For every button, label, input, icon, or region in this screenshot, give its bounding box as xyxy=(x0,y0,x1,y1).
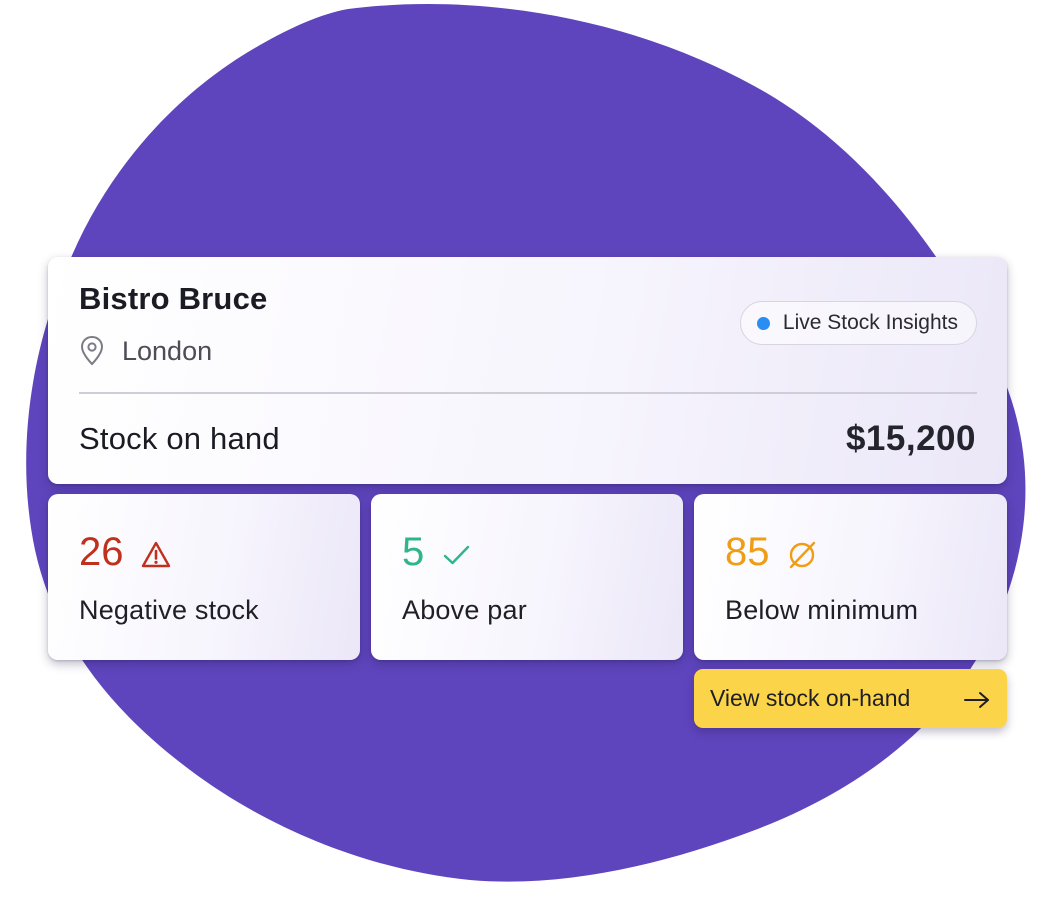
stat-number-row: 5 xyxy=(402,530,472,574)
stock-on-hand-value: $15,200 xyxy=(845,419,976,458)
stat-label: Below minimum xyxy=(725,595,919,625)
stat-number-row: 26 xyxy=(79,530,172,574)
map-pin-icon xyxy=(79,335,105,367)
stat-value: 85 xyxy=(725,530,770,574)
stat-label: Above par xyxy=(402,595,527,625)
stat-value: 5 xyxy=(402,530,425,574)
badge-label: Live Stock Insights xyxy=(782,311,958,334)
cta-label: View stock on-hand xyxy=(710,685,911,711)
stock-on-hand-label: Stock on hand xyxy=(79,421,280,456)
view-stock-on-hand-button[interactable]: View stock on-hand xyxy=(694,669,1007,728)
stat-card-above-par[interactable]: 5 Above par xyxy=(371,494,683,660)
arrow-right-icon xyxy=(963,689,991,709)
stat-label: Negative stock xyxy=(79,595,259,625)
location-text: London xyxy=(122,335,213,366)
warning-triangle-icon xyxy=(140,536,172,568)
stat-value: 26 xyxy=(79,530,124,574)
venue-name: Bistro Bruce xyxy=(79,281,268,316)
live-stock-insights-badge: Live Stock Insights xyxy=(739,301,977,345)
checkmark-icon xyxy=(440,536,472,568)
stat-number-row: 85 xyxy=(725,530,818,574)
stat-card-negative-stock[interactable]: 26 Negative stock xyxy=(48,494,360,660)
live-status-dot-icon xyxy=(756,316,770,330)
divider xyxy=(79,392,977,394)
venue-location: London xyxy=(79,335,212,367)
empty-set-icon xyxy=(786,536,818,569)
stat-card-below-minimum[interactable]: 85 Below minimum xyxy=(694,494,1007,660)
venue-card: Bistro Bruce London Live Stock Insights … xyxy=(48,257,1007,484)
